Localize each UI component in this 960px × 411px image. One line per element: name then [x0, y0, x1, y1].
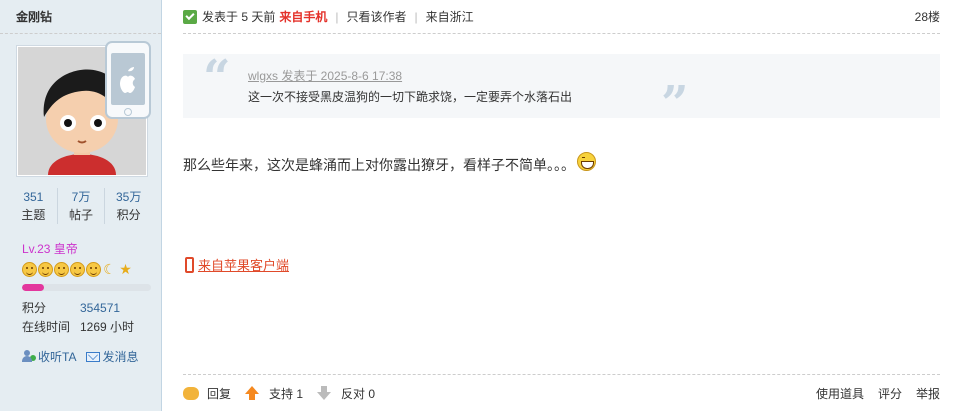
- report-link[interactable]: 举报: [916, 385, 940, 402]
- send-message-button[interactable]: 发消息: [86, 348, 138, 365]
- online-time-label: 在线时间: [22, 320, 71, 334]
- sun-medal-icon: [22, 262, 37, 277]
- quote-open-icon: “: [203, 50, 231, 106]
- oppose-button[interactable]: 反对 0: [317, 385, 375, 402]
- phone-icon: [185, 256, 194, 273]
- post-content: 那么些年来，这次是蜂涌而上对你露出獠牙，看样子不简单。。。: [183, 151, 596, 175]
- thumb-down-arrow-icon: [317, 386, 332, 400]
- quote-author-link[interactable]: wlgxs 发表于 2025-8-6 17:38: [248, 67, 402, 84]
- stat-points[interactable]: 35万 积分: [105, 188, 152, 224]
- client-source: 来自苹果客户端: [185, 255, 289, 274]
- sun-medal-icon: [86, 262, 101, 277]
- user-actions: 收听TA 发消息: [22, 348, 138, 365]
- follow-button[interactable]: 收听TA: [22, 348, 76, 365]
- from-mobile-link[interactable]: 来自手机: [279, 10, 327, 24]
- stat-threads[interactable]: 351 主题: [10, 188, 58, 224]
- post-header: 发表于 5 天前 来自手机 | 只看该作者 | 来自浙江 28楼: [183, 0, 940, 34]
- star-icon: ★: [119, 261, 132, 277]
- envelope-icon: [86, 351, 101, 362]
- post-tools: 使用道具 评分 举报: [816, 385, 940, 402]
- reply-bubble-icon: [183, 386, 199, 400]
- use-tools-link[interactable]: 使用道具: [816, 385, 864, 402]
- divider: |: [335, 9, 339, 24]
- follow-user-icon: [22, 350, 36, 363]
- apple-client-link[interactable]: 来自苹果客户端: [198, 255, 289, 274]
- thumb-up-arrow-icon: [245, 386, 260, 400]
- support-button[interactable]: 支持 1: [245, 385, 303, 402]
- sun-medal-icon: [38, 262, 53, 277]
- sun-medal-icon: [70, 262, 85, 277]
- quote-close-icon: ”: [661, 76, 689, 132]
- user-rank[interactable]: Lv.23 皇帝: [22, 240, 78, 257]
- floor-number[interactable]: 28楼: [915, 8, 940, 25]
- moon-icon: ☾: [103, 261, 116, 277]
- quote-text: 这一次不接受黑皮温狗的一切下跪求饶，一定要弄个水落石出: [248, 90, 573, 104]
- post-footer: 回复 支持 1 反对 0 使用道具 评分 举报: [183, 374, 940, 411]
- points-label: 积分: [22, 301, 47, 315]
- level-progress-bar: [22, 284, 151, 291]
- post-body-text: 那么些年来，这次是蜂涌而上对你露出獠牙，看样子不简单。。。: [183, 157, 575, 173]
- rate-link[interactable]: 评分: [878, 385, 902, 402]
- quote-block: “ wlgxs 发表于 2025-8-6 17:38 这一次不接受黑皮温狗的一切…: [183, 50, 940, 128]
- online-time-value: 1269 小时: [80, 320, 135, 334]
- level-medals: ☾ ★: [22, 262, 133, 277]
- username[interactable]: 金刚钻: [0, 0, 161, 34]
- user-sidebar: 金刚钻 351 主题 7万 帖子 35万 积分 Lv.23 皇帝 ☾ ★ 积分 …: [0, 0, 162, 411]
- points-value: 354571: [80, 301, 121, 315]
- grin-emoji-icon: [577, 151, 596, 171]
- level-progress-fill: [22, 284, 44, 291]
- stat-posts[interactable]: 7万 帖子: [58, 188, 106, 224]
- user-stats: 351 主题 7万 帖子 35万 积分: [10, 188, 152, 224]
- reply-button[interactable]: 回复: [183, 385, 231, 402]
- post-main: 发表于 5 天前 来自手机 | 只看该作者 | 来自浙江 28楼 “ wlgxs …: [163, 0, 960, 411]
- post-location: 来自浙江: [425, 10, 474, 24]
- only-author-link[interactable]: 只看该作者: [346, 8, 406, 25]
- online-status-icon: [183, 9, 197, 24]
- user-info: 积分 354571 在线时间 1269 小时: [22, 299, 134, 337]
- post-time: 发表于 5 天前 来自手机: [202, 10, 328, 24]
- divider: |: [414, 9, 418, 24]
- sun-medal-icon: [54, 262, 69, 277]
- mobile-online-badge-icon: [105, 41, 151, 119]
